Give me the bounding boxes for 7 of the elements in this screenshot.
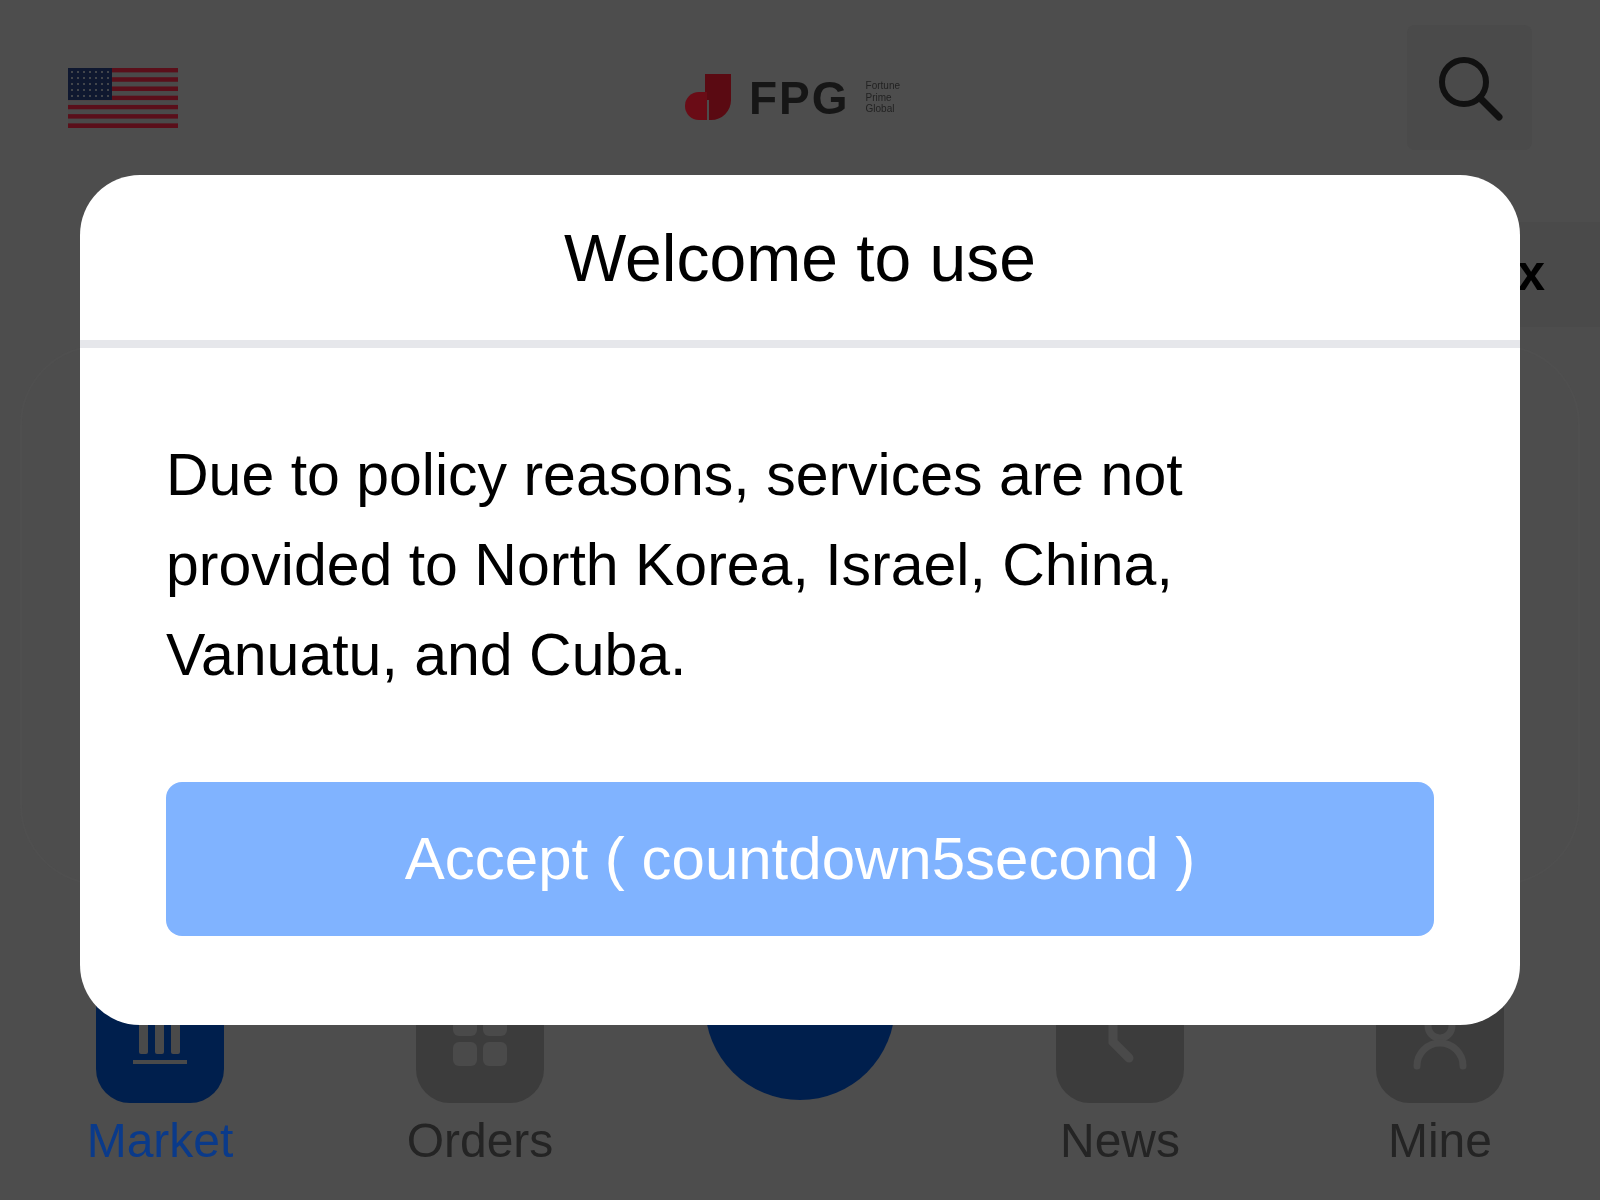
close-label[interactable]: x xyxy=(1517,248,1545,298)
logo-wordmark: FPG xyxy=(749,74,850,121)
dialog-message: Due to policy reasons, services are not provided to North Korea, Israel, China, Vanuatu, and Cuba. xyxy=(165,441,1184,690)
search-icon xyxy=(1436,54,1503,121)
tab-label[interactable]: Market xyxy=(86,1115,234,1168)
logo-icon xyxy=(685,73,733,122)
dialog-title: Welcome to use xyxy=(563,220,1037,297)
